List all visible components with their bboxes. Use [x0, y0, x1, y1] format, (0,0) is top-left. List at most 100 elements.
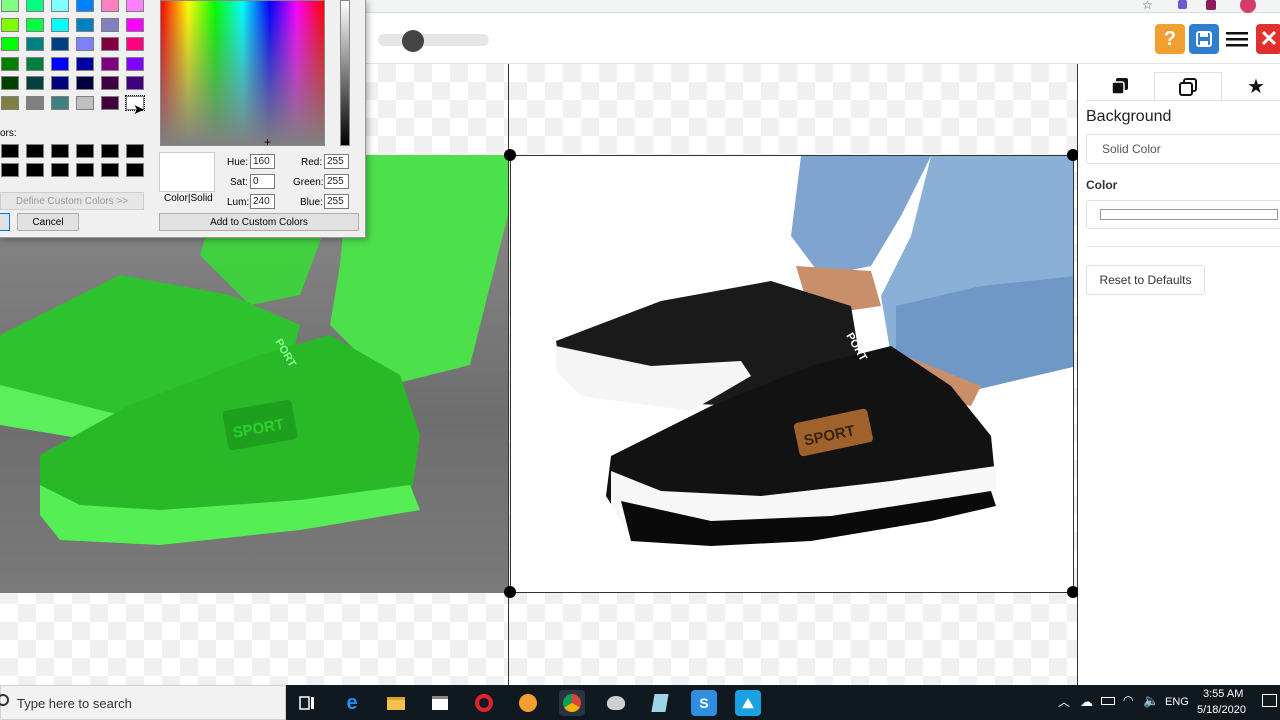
green-field[interactable]: 255 — [324, 174, 349, 189]
color-swatch[interactable] — [101, 0, 119, 12]
battery-icon[interactable] — [1101, 697, 1115, 705]
custom-color-swatch[interactable] — [101, 163, 119, 177]
cloud-icon[interactable]: ☁ — [1080, 694, 1093, 710]
chevron-up-icon[interactable]: ︿ — [1058, 693, 1070, 710]
tab-layers[interactable] — [1086, 72, 1154, 100]
store-icon[interactable] — [427, 690, 453, 716]
fill-type-value: Solid Color — [1102, 142, 1161, 156]
custom-color-swatch[interactable] — [126, 163, 144, 177]
define-custom-colors-button[interactable]: Define Custom Colors >> — [0, 192, 144, 210]
color-swatch[interactable] — [101, 56, 119, 71]
app-icon[interactable] — [515, 690, 541, 716]
color-swatch[interactable] — [26, 0, 44, 12]
menu-button[interactable] — [1222, 24, 1252, 54]
color-swatch[interactable] — [51, 37, 69, 51]
sat-field[interactable]: 0 — [250, 174, 275, 189]
luminance-bar[interactable] — [340, 0, 350, 146]
result-image[interactable]: SPORT PORT — [510, 155, 1074, 593]
custom-color-swatch[interactable] — [51, 144, 69, 158]
color-swatch[interactable] — [76, 37, 94, 51]
clock-time[interactable]: 3:55 AM — [1203, 688, 1243, 700]
color-swatch[interactable] — [1, 0, 19, 12]
color-swatch[interactable] — [76, 95, 94, 110]
language-indicator[interactable]: ENG — [1165, 696, 1189, 708]
add-to-custom-colors-button[interactable]: Add to Custom Colors — [159, 213, 359, 231]
zoom-slider-handle[interactable] — [402, 30, 424, 52]
clock-date[interactable]: 5/18/2020 — [1197, 704, 1246, 716]
color-swatch[interactable] — [126, 37, 144, 51]
hue-field[interactable]: 160 — [250, 154, 275, 169]
color-swatch[interactable] — [101, 17, 119, 32]
photos-icon[interactable]: ⛰ — [735, 690, 761, 716]
color-swatch[interactable] — [1, 37, 19, 51]
help-button[interactable]: ? — [1155, 24, 1185, 54]
custom-color-swatch[interactable] — [76, 144, 94, 158]
resize-handle-bottom-left[interactable] — [504, 586, 516, 598]
tab-effects[interactable]: ★ — [1222, 72, 1280, 100]
cancel-button[interactable]: Cancel — [17, 213, 79, 231]
star-icon[interactable]: ☆ — [1142, 0, 1153, 12]
task-view-icon[interactable] — [294, 690, 320, 716]
color-swatch[interactable] — [126, 0, 144, 12]
color-swatch[interactable] — [76, 0, 94, 12]
snagit-icon[interactable]: S — [691, 690, 717, 716]
color-swatch[interactable] — [26, 56, 44, 71]
color-swatch[interactable] — [1, 76, 19, 90]
custom-color-swatch[interactable] — [51, 163, 69, 177]
color-swatch[interactable] — [1, 56, 19, 71]
zoom-slider-track[interactable] — [378, 34, 489, 46]
color-swatch[interactable] — [51, 0, 69, 12]
custom-color-swatch[interactable] — [26, 144, 44, 158]
custom-color-swatch[interactable] — [26, 163, 44, 177]
lum-field[interactable]: 240 — [250, 194, 275, 209]
color-swatch[interactable] — [76, 56, 94, 71]
color-swatch[interactable] — [26, 76, 44, 90]
edge-icon[interactable]: e — [339, 690, 365, 716]
red-field[interactable]: 255 — [324, 154, 349, 169]
custom-color-swatch[interactable] — [1, 163, 19, 177]
wifi-icon[interactable]: ◠ — [1123, 693, 1133, 707]
color-field[interactable] — [1086, 200, 1280, 229]
custom-color-swatch[interactable] — [76, 163, 94, 177]
color-swatch[interactable] — [26, 95, 44, 110]
color-spectrum[interactable]: + — [160, 0, 325, 149]
color-swatch[interactable] — [126, 56, 144, 71]
notifications-icon[interactable] — [1262, 694, 1277, 707]
color-swatch[interactable] — [51, 17, 69, 32]
color-swatch[interactable] — [76, 17, 94, 32]
color-swatch[interactable] — [101, 76, 119, 90]
close-button[interactable]: ✕ — [1256, 24, 1280, 54]
color-swatch[interactable] — [1, 95, 19, 110]
color-swatch[interactable] — [76, 76, 94, 90]
save-button[interactable] — [1189, 24, 1219, 54]
extension-icon[interactable] — [1178, 0, 1187, 9]
color-swatch[interactable] — [101, 37, 119, 51]
color-swatch[interactable] — [51, 56, 69, 71]
tab-copy[interactable] — [1154, 72, 1222, 100]
volume-icon[interactable]: 🔈 — [1143, 693, 1159, 709]
custom-color-swatch[interactable] — [1, 144, 19, 158]
taskbar-search[interactable]: Type here to search — [0, 685, 286, 720]
color-swatch[interactable] — [51, 76, 69, 90]
reset-defaults-button[interactable]: Reset to Defaults — [1086, 265, 1205, 295]
paint-icon[interactable] — [603, 690, 629, 716]
color-swatch[interactable] — [101, 95, 119, 110]
notepad-icon[interactable] — [647, 690, 673, 716]
profile-avatar[interactable] — [1240, 0, 1256, 13]
color-swatch[interactable] — [126, 76, 144, 90]
ok-button[interactable] — [0, 213, 10, 231]
color-swatch[interactable] — [1, 17, 19, 32]
fill-type-select[interactable]: Solid Color — [1086, 134, 1280, 164]
chrome-icon[interactable] — [559, 690, 585, 716]
resize-handle-top-left[interactable] — [504, 149, 516, 161]
custom-color-swatch[interactable] — [101, 144, 119, 158]
file-explorer-icon[interactable] — [383, 690, 409, 716]
color-swatch[interactable] — [126, 17, 144, 32]
color-swatch[interactable] — [51, 95, 69, 110]
custom-color-swatch[interactable] — [126, 144, 144, 158]
opera-icon[interactable] — [471, 690, 497, 716]
blue-field[interactable]: 255 — [324, 194, 349, 209]
extension-icon[interactable] — [1206, 0, 1216, 10]
color-swatch[interactable] — [26, 17, 44, 32]
color-swatch[interactable] — [26, 37, 44, 51]
